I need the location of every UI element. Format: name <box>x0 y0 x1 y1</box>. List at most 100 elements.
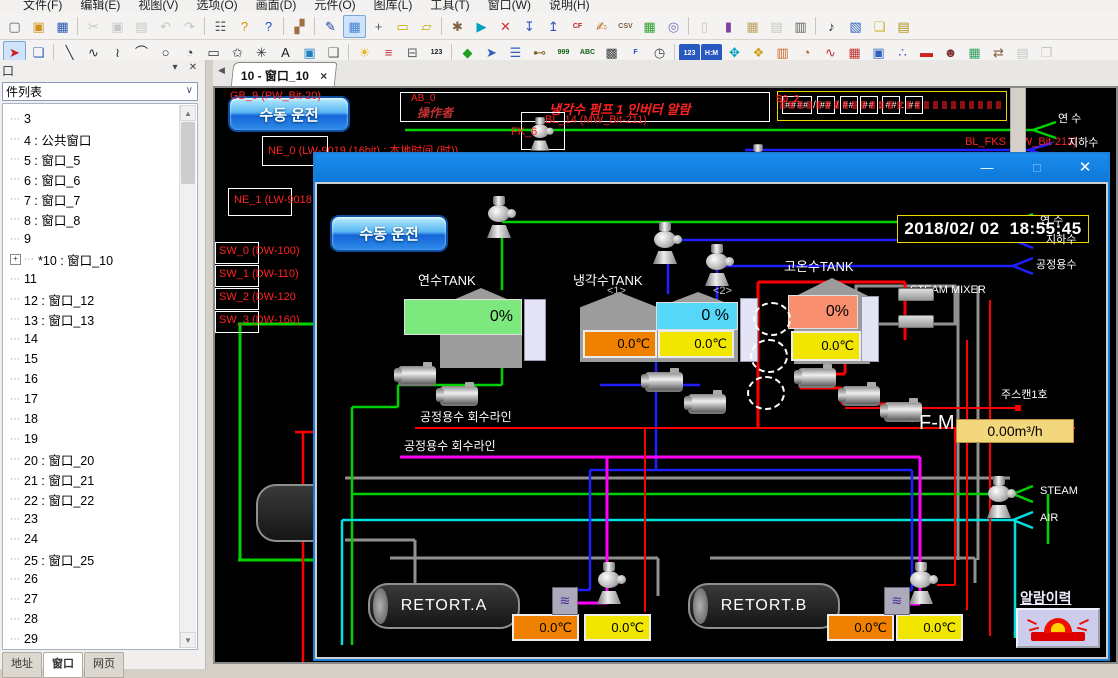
sidebar-scrollbar[interactable]: ▲ ▼ <box>179 105 196 648</box>
sidebar-item-18[interactable]: ⋯18 <box>3 409 197 429</box>
sidebar-item-16[interactable]: ⋯16 <box>3 369 197 389</box>
valve-process-water[interactable] <box>704 244 730 286</box>
monitor-edit-icon[interactable]: ▧ <box>844 15 867 38</box>
sidebar-item-14[interactable]: ⋯14 <box>3 329 197 349</box>
tab-close-icon[interactable]: × <box>320 69 327 83</box>
menu-item[interactable]: 视图(V) <box>129 0 187 13</box>
sidebar-item-27[interactable]: ⋯27 <box>3 589 197 609</box>
search-icon[interactable]: ◎ <box>662 15 685 38</box>
upload-icon[interactable]: ↥ <box>542 15 565 38</box>
sidebar-item-17[interactable]: ⋯17 <box>3 389 197 409</box>
valve-retort-b[interactable] <box>908 562 934 604</box>
context-help-icon[interactable]: ? <box>257 15 280 38</box>
paste-icon[interactable]: ▤ <box>130 15 153 38</box>
valve-ground-water[interactable] <box>652 222 678 264</box>
component-list-combobox[interactable]: 件列表 ∨ <box>2 82 198 101</box>
copy-icon[interactable]: ▣ <box>106 15 129 38</box>
popup-titlebar[interactable]: — □ ✕ <box>315 154 1108 182</box>
pump-hot-1[interactable] <box>798 368 836 388</box>
sidebar-item-13[interactable]: ⋯13 : 窗口_13 <box>3 309 197 329</box>
menu-item[interactable]: 工具(T) <box>421 0 478 13</box>
sidebar-item-29[interactable]: ⋯29 <box>3 629 197 649</box>
maximize-icon[interactable]: □ <box>1026 159 1048 177</box>
drawer-icon[interactable]: ▤ <box>765 15 788 38</box>
pump-hot-3[interactable] <box>884 402 922 422</box>
address-book-icon[interactable]: ▮ <box>717 15 740 38</box>
sidebar-item-24[interactable]: ⋯24 <box>3 529 197 549</box>
scroll-down-icon[interactable]: ▼ <box>180 632 196 648</box>
save-icon[interactable]: ▦ <box>51 15 74 38</box>
pump-cool-1[interactable] <box>645 372 683 392</box>
sidebar-item-7[interactable]: ⋯7 : 窗口_7 <box>3 189 197 209</box>
pen-icon[interactable]: ✎ <box>319 15 342 38</box>
station-icon[interactable]: ▦ <box>741 15 764 38</box>
pump-cool-2[interactable] <box>688 394 726 414</box>
redo-icon[interactable]: ↷ <box>178 15 201 38</box>
sidebar-item-25[interactable]: ⋯25 : 窗口_25 <box>3 549 197 569</box>
manual-run-button[interactable]: 수동 운전 <box>330 215 448 252</box>
sidebar-tab-地址[interactable]: 地址 <box>2 652 42 678</box>
sidebar-item-20[interactable]: ⋯20 : 窗口_20 <box>3 449 197 469</box>
scroll-up-icon[interactable]: ▲ <box>180 105 196 121</box>
panel-close-icon[interactable]: ✕ <box>185 62 201 76</box>
expand-icon[interactable]: + <box>10 254 21 265</box>
menu-item[interactable]: 编辑(E) <box>71 0 129 13</box>
sidebar-item-28[interactable]: ⋯28 <box>3 609 197 629</box>
memo-icon[interactable]: ▤ <box>892 15 915 38</box>
panel-collapse-icon[interactable]: ▾ <box>167 62 183 76</box>
minimize-icon[interactable]: — <box>976 159 998 177</box>
download-icon[interactable]: ↧ <box>518 15 541 38</box>
menu-item[interactable]: 画面(D) <box>247 0 306 13</box>
grid-icon[interactable]: ▦ <box>343 15 366 38</box>
menu-item[interactable]: 元件(O) <box>305 0 364 13</box>
scrollbar-thumb[interactable] <box>181 122 195 184</box>
sidebar-item-9[interactable]: ⋯9 <box>3 229 197 249</box>
open-icon[interactable]: ▣ <box>27 15 50 38</box>
sidebar-item-3[interactable]: ⋯3 <box>3 109 197 129</box>
exit-icon[interactable]: ▯ <box>693 15 716 38</box>
menu-item[interactable]: 说明(H) <box>540 0 599 13</box>
close-icon[interactable]: ✕ <box>1074 159 1096 177</box>
new-icon[interactable]: ▢ <box>3 15 26 38</box>
sidebar-item-19[interactable]: ⋯19 <box>3 429 197 449</box>
sidebar-tab-窗口[interactable]: 窗口 <box>43 652 83 678</box>
window-stack-icon[interactable]: ▱ <box>415 15 438 38</box>
tab-window-10[interactable]: 10 - 窗口_10 × <box>231 62 338 87</box>
sidebar-item-5[interactable]: ⋯5 : 窗口_5 <box>3 149 197 169</box>
macro-icon[interactable]: ✍ <box>590 15 613 38</box>
valve-soft-water[interactable] <box>486 196 512 238</box>
pump-hot-2[interactable] <box>842 386 880 406</box>
sidebar-item-6[interactable]: ⋯6 : 窗口_6 <box>3 169 197 189</box>
menu-item[interactable]: 文件(F) <box>14 0 71 13</box>
window-copy-icon[interactable]: ▭ <box>391 15 414 38</box>
tab-scroll-left-icon[interactable]: ◀ <box>218 65 225 76</box>
pump-soft-2[interactable] <box>440 386 478 406</box>
simulate-offline-icon[interactable]: ✕ <box>494 15 517 38</box>
sidebar-item-21[interactable]: ⋯21 : 窗口_21 <box>3 469 197 489</box>
pump-soft-1[interactable] <box>398 366 436 386</box>
sidebar-item-26[interactable]: ⋯26 <box>3 569 197 589</box>
csv-icon[interactable]: CSV <box>614 15 637 38</box>
sidebar-item-11[interactable]: ⋯11 <box>3 269 197 289</box>
undo-icon[interactable]: ↶ <box>154 15 177 38</box>
sidebar-item-22[interactable]: ⋯22 : 窗口_22 <box>3 489 197 509</box>
recipe-icon[interactable]: ▦ <box>638 15 661 38</box>
tag-icon[interactable]: ❏ <box>868 15 891 38</box>
menu-item[interactable]: 窗口(W) <box>479 0 540 13</box>
sidebar-item-4[interactable]: ⋯4 : 公共窗口 <box>3 129 197 149</box>
simulate-online-icon[interactable]: ▶ <box>470 15 493 38</box>
sidebar-item-12[interactable]: ⋯12 : 窗口_12 <box>3 289 197 309</box>
cf-card-icon[interactable]: CF <box>566 15 589 38</box>
menu-item[interactable]: 选项(O) <box>187 0 246 13</box>
sidebar-item-15[interactable]: ⋯15 <box>3 349 197 369</box>
sidebar-item-8[interactable]: ⋯8 : 窗口_8 <box>3 209 197 229</box>
compile-icon[interactable]: ✱ <box>446 15 469 38</box>
print-icon[interactable]: ☷ <box>209 15 232 38</box>
menu-item[interactable]: 图库(L) <box>365 0 422 13</box>
alarm-history-button[interactable] <box>1016 608 1100 648</box>
canvas-scrollbar[interactable] <box>1010 86 1026 154</box>
valve-retort-a[interactable] <box>596 562 622 604</box>
sidebar-tab-网页[interactable]: 网页 <box>84 652 124 678</box>
cabinet-icon[interactable]: ▥ <box>789 15 812 38</box>
translate-icon[interactable]: ▞ <box>288 15 311 38</box>
